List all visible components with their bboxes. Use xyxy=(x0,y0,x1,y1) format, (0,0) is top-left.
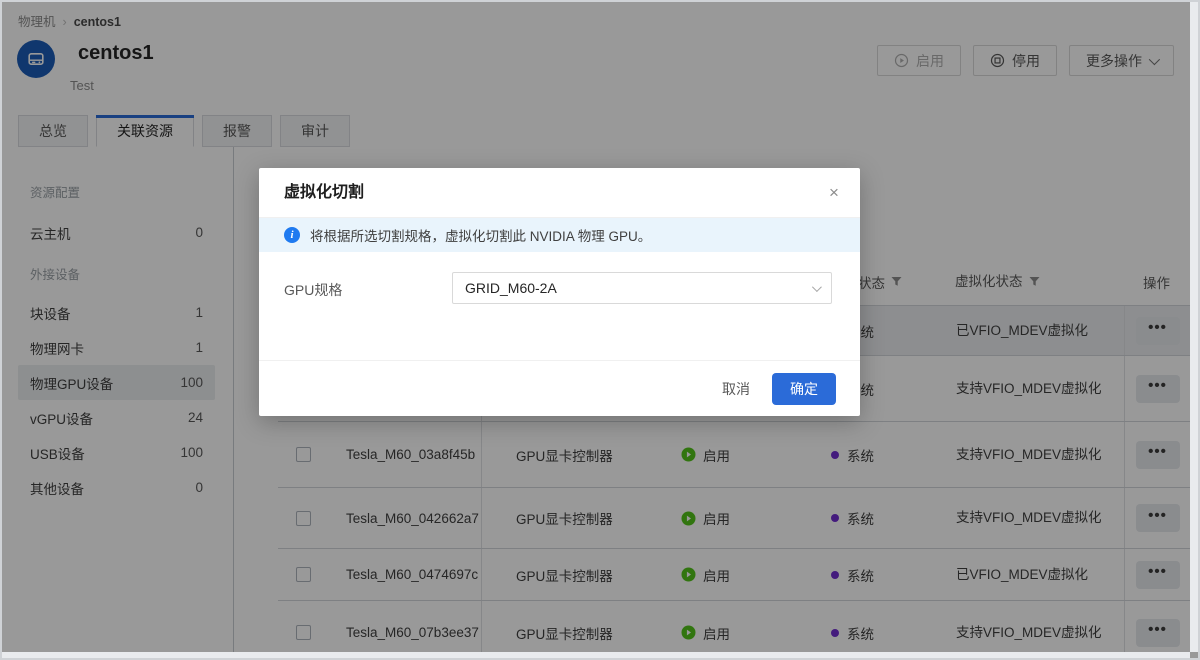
dialog-footer: 取消 确定 xyxy=(259,360,860,416)
chevron-down-icon xyxy=(812,282,822,292)
gpu-spec-select[interactable]: GRID_M60-2A xyxy=(452,272,832,304)
close-icon[interactable]: × xyxy=(823,182,845,204)
dialog-title: 虚拟化切割 xyxy=(259,168,860,218)
horizontal-scrollbar[interactable] xyxy=(2,652,1190,658)
virtualization-cut-dialog: 虚拟化切割 × i 将根据所选切割规格，虚拟化切割此 NVIDIA 物理 GPU… xyxy=(259,168,860,416)
page: 物理机›centos1 centos1 Test 启用 停用 更多操 xyxy=(0,0,1200,660)
cancel-button[interactable]: 取消 xyxy=(722,379,750,399)
gpu-spec-label: GPU规格 xyxy=(284,280,342,300)
dialog-body: GPU规格 GRID_M60-2A xyxy=(259,252,860,360)
info-banner: i 将根据所选切割规格，虚拟化切割此 NVIDIA 物理 GPU。 xyxy=(259,218,860,252)
confirm-button[interactable]: 确定 xyxy=(772,373,836,405)
info-banner-text: 将根据所选切割规格，虚拟化切割此 NVIDIA 物理 GPU。 xyxy=(310,225,651,245)
vertical-scrollbar[interactable] xyxy=(1190,2,1198,652)
gpu-spec-select-value: GRID_M60-2A xyxy=(465,280,557,296)
info-icon: i xyxy=(284,227,300,243)
